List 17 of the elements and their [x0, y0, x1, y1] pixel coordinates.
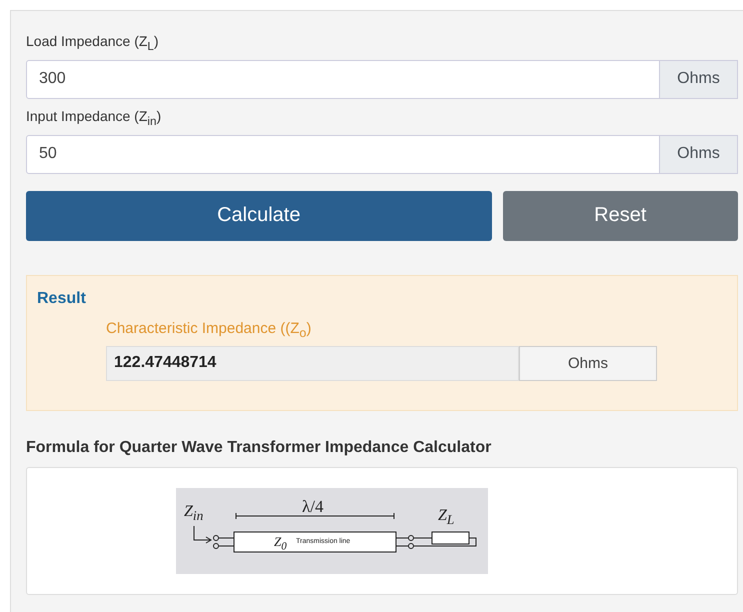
calculate-button[interactable]: Calculate — [26, 190, 492, 241]
input-field[interactable]: 300 — [26, 60, 660, 99]
diagram-label: Z$_{L}$ — [438, 508, 454, 526]
section-heading: Formula for Quarter Wave Transformer Impedance Calculator — [26, 438, 492, 457]
field-label: Load Impedance (Z$_{L}$) — [26, 33, 159, 53]
diagram-label: λ/4 — [302, 498, 324, 515]
unit-addon: Ohms — [519, 346, 657, 381]
unit-addon: Ohms — [660, 134, 738, 174]
unit-addon: Ohms — [660, 60, 738, 99]
field-label: Input Impedance (Z$_{in}$) — [26, 108, 162, 128]
result-label: Characteristic Impedance ((Z$_{o}$) — [106, 320, 312, 340]
result-title: Result — [37, 290, 86, 308]
result-value: 122.47448714 — [106, 346, 519, 381]
reset-button[interactable]: Reset — [502, 190, 738, 241]
input-field[interactable]: 50 — [26, 134, 660, 174]
diagram-label: Z$_{0}$ — [274, 534, 287, 552]
diagram-label: Z$_{in}$ — [184, 504, 204, 522]
